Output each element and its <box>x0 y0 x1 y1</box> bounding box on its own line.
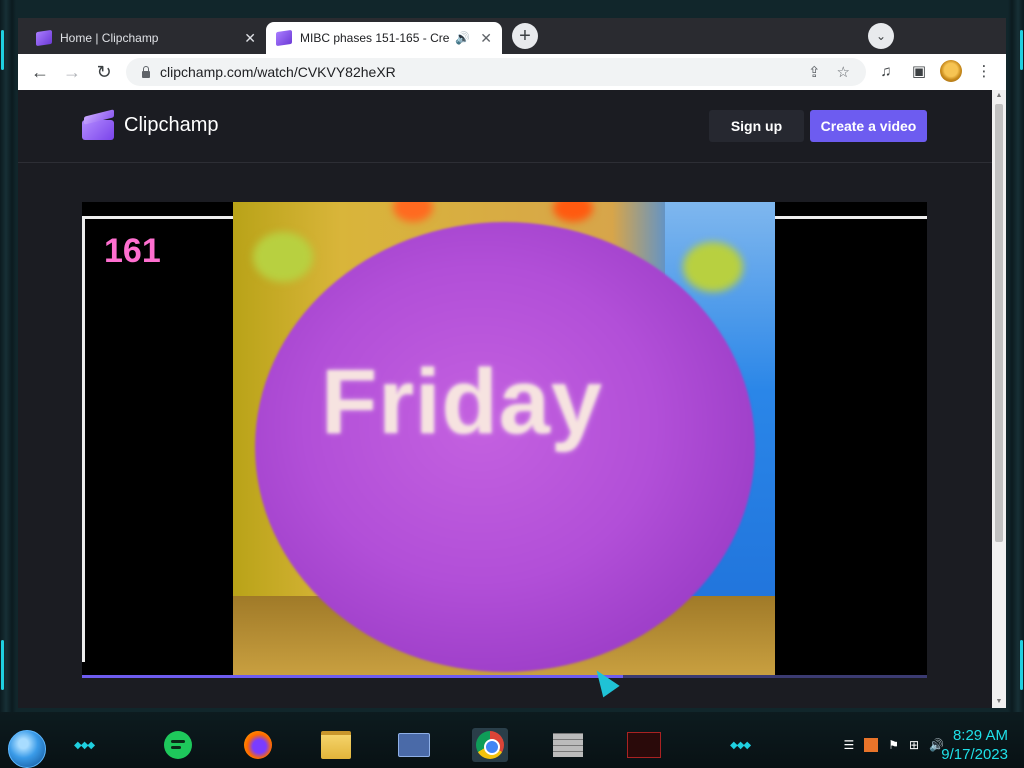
tab-video[interactable]: MIBC phases 151-165 - Crea 🔊 ✕ <box>266 22 502 54</box>
sheets-icon <box>164 731 192 759</box>
media-control-icon[interactable]: ♫ <box>876 62 896 82</box>
scrollbar-thumb[interactable] <box>995 104 1003 542</box>
scroll-down-arrow-icon[interactable]: ▼ <box>992 696 1006 708</box>
reload-icon[interactable]: ↻ <box>92 60 116 84</box>
tab-title: MIBC phases 151-165 - Crea <box>300 31 450 45</box>
app-window-button[interactable] <box>396 728 432 762</box>
share-icon[interactable]: ⇪ <box>808 63 821 81</box>
flag-icon[interactable]: ⚑ <box>888 738 899 752</box>
sign-up-button[interactable]: Sign up <box>709 110 804 142</box>
brick-icon <box>553 733 583 757</box>
taskbar: ◆◆◆ ◆◆◆ ☰ ⚑ ⊞ 🔊 8:29 AM 9/17/2023 <box>0 712 1024 768</box>
decoration <box>683 242 743 292</box>
firefox-button[interactable] <box>240 728 276 762</box>
tab-title: Home | Clipchamp <box>60 31 159 45</box>
sidebar-icon[interactable]: ▣ <box>909 62 929 82</box>
video-border <box>82 216 233 219</box>
taskbar-decoration: ◆◆◆ <box>74 740 95 751</box>
frame-accent <box>1020 30 1023 70</box>
lock-icon[interactable] <box>142 65 150 78</box>
brick-app-button[interactable] <box>550 728 586 762</box>
window-icon <box>398 733 430 757</box>
brand-name[interactable]: Clipchamp <box>124 114 218 137</box>
frame-accent <box>1020 640 1023 690</box>
frame-accent <box>1 30 4 70</box>
profile-avatar[interactable] <box>940 60 962 82</box>
system-tray: ☰ ⚑ ⊞ 🔊 <box>843 738 944 752</box>
video-frame: Friday <box>233 202 775 676</box>
video-border <box>82 216 85 662</box>
new-tab-button[interactable]: + <box>512 23 538 49</box>
frame-accent <box>1 640 4 690</box>
clipchamp-logo-icon[interactable] <box>82 109 114 142</box>
close-icon[interactable]: ✕ <box>244 30 256 47</box>
chrome-button[interactable] <box>472 728 508 762</box>
video-border <box>775 216 927 219</box>
clipchamp-favicon-icon <box>276 29 292 47</box>
tab-strip: Home | Clipchamp ✕ MIBC phases 151-165 -… <box>18 18 1006 54</box>
chrome-icon <box>476 731 504 759</box>
sheets-app-button[interactable] <box>160 728 196 762</box>
decoration <box>253 232 313 282</box>
app-icon <box>627 732 661 758</box>
scroll-up-arrow-icon[interactable]: ▲ <box>992 90 1006 102</box>
star-icon[interactable]: ☆ <box>837 63 850 81</box>
address-bar[interactable]: clipchamp.com/watch/CVKVY82heXR ⇪ ☆ <box>126 58 866 86</box>
back-icon[interactable]: ← <box>28 60 52 84</box>
menu-icon[interactable]: ⋮ <box>974 62 994 82</box>
clock[interactable]: 8:29 AM 9/17/2023 <box>941 726 1008 764</box>
create-video-button[interactable]: Create a video <box>810 110 927 142</box>
site-header: Clipchamp Sign up Create a video <box>18 90 992 163</box>
scrollbar[interactable]: ▲ ▼ <box>992 90 1006 708</box>
page-content: Clipchamp Sign up Create a video 161 Fri… <box>18 90 992 708</box>
clock-date: 9/17/2023 <box>941 746 1008 763</box>
decoration <box>393 202 433 222</box>
clipchamp-favicon-icon <box>36 29 52 47</box>
network-icon[interactable]: ⊞ <box>909 738 919 752</box>
balloon-text: Friday <box>321 351 604 453</box>
forward-icon[interactable]: → <box>60 60 84 84</box>
url-text[interactable]: clipchamp.com/watch/CVKVY82heXR <box>160 64 808 80</box>
menu-lines-icon[interactable]: ☰ <box>843 738 854 752</box>
tab-search-button[interactable]: ⌄ <box>868 23 894 49</box>
close-icon[interactable]: ✕ <box>480 30 492 47</box>
decoration <box>553 202 593 222</box>
start-button[interactable] <box>8 730 46 768</box>
folder-icon <box>321 731 351 759</box>
speaker-icon[interactable]: 🔊 <box>455 31 470 45</box>
red-app-button[interactable] <box>626 728 662 762</box>
video-player[interactable]: 161 Friday <box>82 202 927 676</box>
tab-home[interactable]: Home | Clipchamp ✕ <box>26 22 266 54</box>
video-progress-fill <box>82 675 623 678</box>
video-progress-bar[interactable] <box>82 675 927 678</box>
taskbar-decoration: ◆◆◆ <box>730 740 751 751</box>
phase-number-label: 161 <box>104 232 161 270</box>
clock-time: 8:29 AM <box>952 727 1008 744</box>
app-tray-icon[interactable] <box>864 738 879 752</box>
file-explorer-button[interactable] <box>318 728 354 762</box>
browser-toolbar: ← → ↻ clipchamp.com/watch/CVKVY82heXR ⇪ … <box>18 54 1006 91</box>
firefox-icon <box>244 731 272 759</box>
browser-window: Home | Clipchamp ✕ MIBC phases 151-165 -… <box>18 18 1006 708</box>
